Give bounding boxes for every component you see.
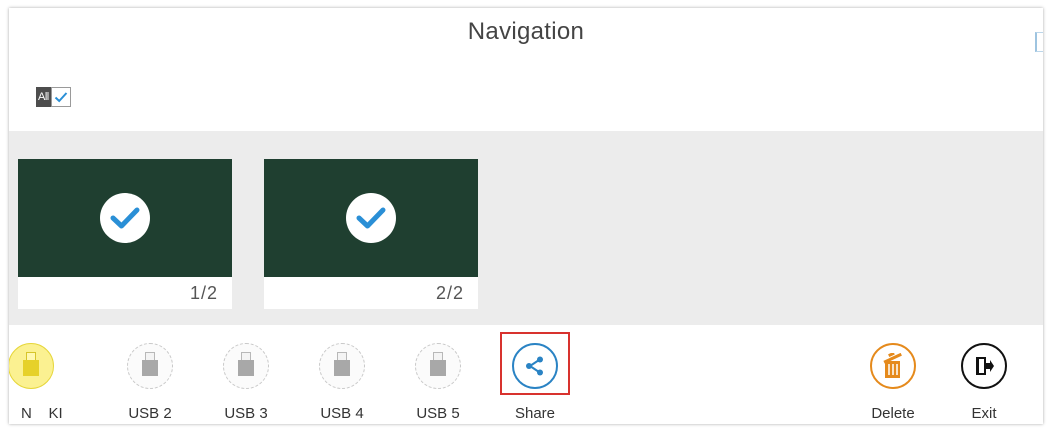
usb-2-label: USB 2 <box>128 405 172 422</box>
usb-5-button[interactable]: USB 5 <box>398 325 478 424</box>
usb-5-label: USB 5 <box>416 405 460 422</box>
usb-icon <box>415 343 461 389</box>
page-card[interactable]: 1/2 <box>18 159 232 309</box>
select-all-toggle[interactable]: All <box>36 85 71 109</box>
usb-2-button[interactable]: USB 2 <box>110 325 190 424</box>
usb-3-label: USB 3 <box>224 405 268 422</box>
delete-label: Delete <box>871 405 915 422</box>
usb-4-label: USB 4 <box>320 405 364 422</box>
bottom-toolbar: N KI USB 2 USB 3 USB 4 USB 5 Share Delet… <box>9 325 1043 424</box>
check-circle-icon <box>100 193 150 243</box>
page-title: Navigation <box>467 18 585 45</box>
page-number: 2/2 <box>264 277 478 309</box>
usb-label: N KI <box>21 405 63 422</box>
usb-icon <box>9 343 54 389</box>
usb-4-button[interactable]: USB 4 <box>302 325 382 424</box>
page-number: 1/2 <box>18 277 232 309</box>
share-label: Share <box>514 405 556 422</box>
checkbox-checked-icon[interactable] <box>50 87 71 107</box>
share-icon <box>512 343 558 389</box>
exit-button[interactable]: Exit <box>944 325 1024 424</box>
navigation-dialog: Navigation All 1/2 2/2 N KI USB 2 USB 3 … <box>9 8 1043 424</box>
trash-icon <box>870 343 916 389</box>
exit-label: Exit <box>971 405 997 422</box>
usb-icon <box>127 343 173 389</box>
page-thumbnail[interactable] <box>264 159 478 277</box>
page-thumbnail[interactable] <box>18 159 232 277</box>
check-circle-icon <box>346 193 396 243</box>
exit-door-icon <box>961 343 1007 389</box>
share-button[interactable]: Share <box>495 325 575 424</box>
usb-icon <box>319 343 365 389</box>
usb-icon <box>223 343 269 389</box>
page-card[interactable]: 2/2 <box>264 159 478 309</box>
usb-button-truncated[interactable]: N KI <box>9 325 89 424</box>
usb-3-button[interactable]: USB 3 <box>206 325 286 424</box>
delete-button[interactable]: Delete <box>853 325 933 424</box>
select-all-label: All <box>36 87 51 107</box>
page-thumbnail-area: 1/2 2/2 <box>9 131 1043 325</box>
